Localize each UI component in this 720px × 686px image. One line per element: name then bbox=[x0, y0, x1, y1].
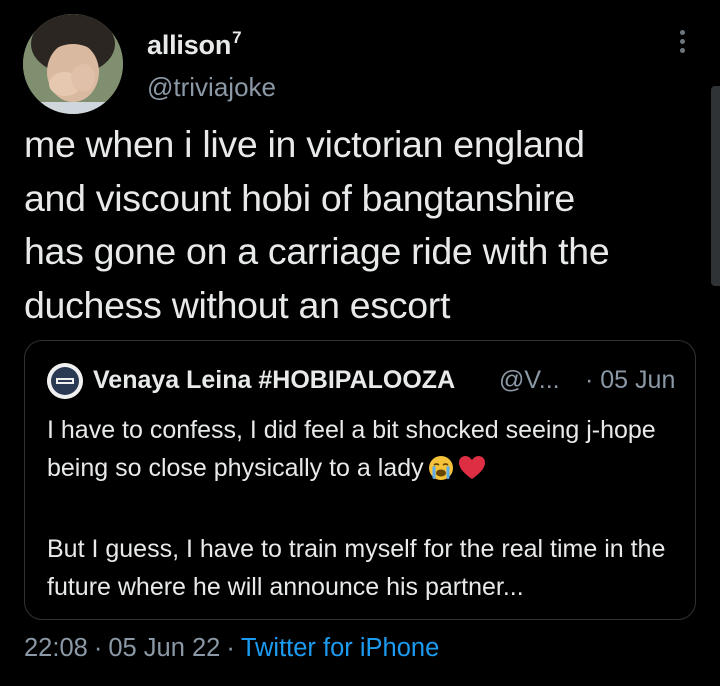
author-handle[interactable]: @triviajoke bbox=[147, 72, 276, 103]
loudly-crying-face-icon bbox=[428, 454, 454, 492]
quoted-tweet-card[interactable]: Venaya Leina #HOBIPALOOZA @V... · 05 Jun… bbox=[24, 340, 696, 620]
author-name-superscript: 7 bbox=[232, 28, 242, 47]
meta-separator: · bbox=[93, 634, 103, 662]
more-options-icon[interactable] bbox=[672, 30, 692, 60]
quoted-author-handle: @V... bbox=[499, 366, 560, 394]
quoted-paragraph-1-text: I have to confess, I did feel a bit shoc… bbox=[47, 416, 656, 482]
tweet-time[interactable]: 22:08 bbox=[24, 634, 88, 662]
red-heart-icon bbox=[458, 454, 486, 492]
author-display-name[interactable]: allison7 bbox=[147, 28, 242, 61]
quoted-date-text: 05 Jun bbox=[600, 366, 676, 394]
quoted-author-avatar bbox=[47, 363, 83, 399]
scrollbar[interactable] bbox=[711, 86, 720, 286]
quoted-date-separator: · bbox=[585, 366, 594, 394]
quoted-author-name: Venaya Leina #HOBIPALOOZA bbox=[93, 366, 456, 394]
author-name-text: allison bbox=[147, 30, 232, 60]
quoted-paragraph-2: But I guess, I have to train myself for … bbox=[47, 535, 666, 601]
quoted-paragraph-1: I have to confess, I did feel a bit shoc… bbox=[47, 411, 687, 492]
author-avatar[interactable] bbox=[23, 14, 123, 114]
meta-separator: · bbox=[226, 634, 235, 662]
author-avatar-photo-icon bbox=[23, 14, 123, 114]
tweet-text: me when i live in victorian england and … bbox=[24, 123, 610, 326]
tweet-meta: 22:08 · 05 Jun 22 · Twitter for iPhone bbox=[24, 634, 439, 663]
quoted-tweet-text: I have to confess, I did feel a bit shoc… bbox=[47, 411, 687, 606]
quoted-date: · 05 Jun bbox=[585, 366, 675, 395]
tweet-source-link[interactable]: Twitter for iPhone bbox=[241, 634, 439, 662]
tweet-date[interactable]: 05 Jun 22 bbox=[108, 634, 220, 662]
quoted-avatar-logo-icon bbox=[47, 363, 83, 399]
